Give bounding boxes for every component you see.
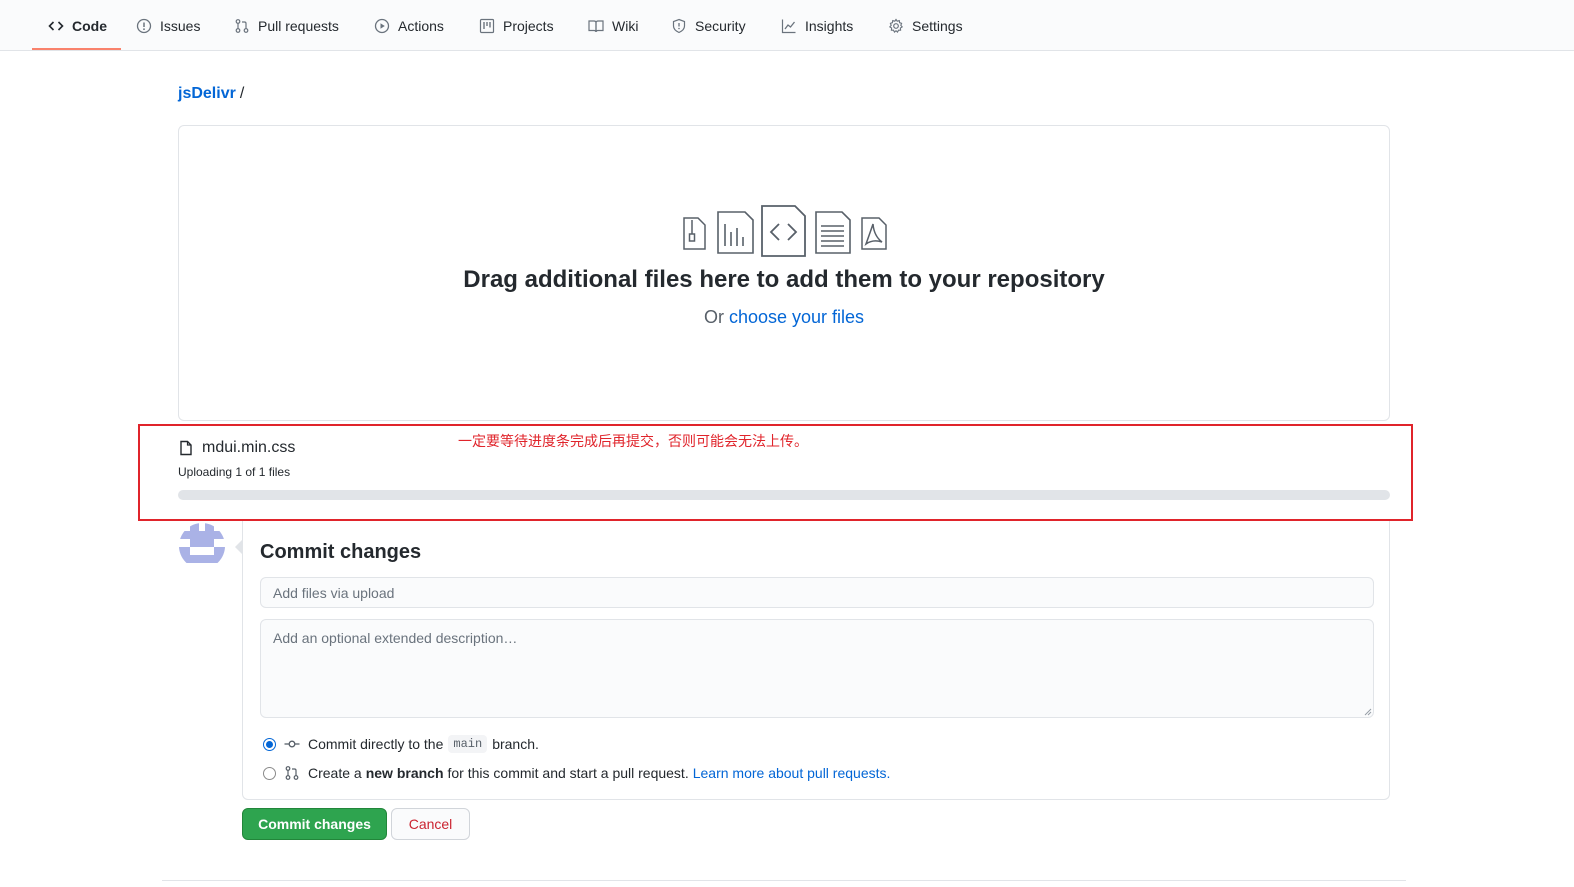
tab-label: Security — [695, 17, 746, 34]
tab-pull-requests[interactable]: Pull requests — [234, 0, 339, 51]
upload-progress-bar — [178, 490, 1390, 500]
commit-direct-option[interactable]: Commit directly to the main branch. — [263, 734, 539, 754]
commit-changes-button[interactable]: Commit changes — [242, 808, 387, 840]
cancel-button[interactable]: Cancel — [391, 808, 470, 840]
tab-label: Projects — [503, 17, 554, 34]
commit-form: Commit changes Commit directly to the ma… — [235, 521, 1390, 800]
branch-name: main — [448, 735, 488, 753]
dropzone-prefix: Or — [703, 307, 724, 327]
tab-label: Code — [72, 17, 107, 34]
book-icon — [588, 18, 604, 34]
identicon-image — [179, 523, 225, 569]
commit-direct-prefix: Commit directly to the — [308, 736, 444, 752]
text-file-icon — [815, 211, 851, 254]
tab-settings[interactable]: Settings — [888, 0, 963, 51]
tab-issues[interactable]: Issues — [136, 0, 200, 51]
git-pull-request-icon — [284, 765, 300, 781]
selected-tab-underline — [32, 48, 121, 50]
play-icon — [374, 18, 390, 34]
new-branch-prefix: Create a — [308, 765, 362, 781]
tab-label: Wiki — [612, 17, 639, 34]
upload-filename: mdui.min.css — [202, 439, 296, 456]
commit-new-branch-radio[interactable] — [263, 766, 276, 780]
file-types-illustration — [683, 205, 887, 257]
tab-insights[interactable]: Insights — [781, 0, 853, 51]
upload-count: Uploading 1 of 1 files — [178, 465, 291, 479]
project-icon — [479, 18, 495, 34]
chart-file-icon — [717, 211, 754, 254]
breadcrumb-separator: / — [239, 85, 245, 102]
commit-summary-input[interactable] — [260, 577, 1374, 608]
dropzone-subtitle: Or choose your files — [179, 307, 1389, 328]
tab-label: Pull requests — [258, 17, 339, 34]
pdf-file-icon — [861, 217, 887, 250]
repo-nav: Code Issues Pull requests Actions Projec… — [0, 0, 1574, 51]
footer-divider — [162, 880, 1406, 881]
git-commit-icon — [284, 736, 300, 752]
avatar[interactable] — [179, 523, 225, 569]
tab-label: Insights — [805, 17, 854, 34]
choose-files-link[interactable]: choose your files — [729, 307, 864, 327]
new-branch-bold: new branch — [365, 765, 444, 781]
code-icon — [48, 18, 64, 34]
tab-label: Issues — [160, 17, 201, 34]
new-branch-suffix: for this commit and start a pull request… — [447, 765, 689, 781]
resize-handle-icon[interactable] — [1364, 708, 1372, 716]
shield-icon — [671, 18, 687, 34]
commit-direct-radio[interactable] — [263, 737, 276, 751]
breadcrumb: jsDelivr / — [178, 85, 244, 103]
zip-file-icon — [683, 217, 706, 250]
learn-more-link[interactable]: Learn more about pull requests. — [693, 765, 891, 781]
annotation-text: 一定要等待进度条完成后再提交，否则可能会无法上传。 — [458, 433, 808, 449]
code-file-icon — [761, 205, 806, 257]
graph-icon — [781, 18, 797, 34]
commit-direct-suffix: branch. — [492, 736, 539, 752]
commit-title: Commit changes — [260, 541, 422, 563]
git-pull-request-icon — [234, 18, 250, 34]
tab-security[interactable]: Security — [671, 0, 746, 51]
tab-label: Actions — [398, 17, 444, 34]
tab-label: Settings — [912, 17, 963, 34]
issue-opened-icon — [136, 18, 152, 34]
tab-code[interactable]: Code — [48, 0, 107, 51]
commit-description-textarea[interactable] — [260, 619, 1374, 718]
tab-actions[interactable]: Actions — [374, 0, 444, 51]
tab-wiki[interactable]: Wiki — [588, 0, 638, 51]
commit-new-branch-option[interactable]: Create a new branch for this commit and … — [263, 763, 890, 783]
file-dropzone[interactable]: Drag additional files here to add them t… — [178, 125, 1390, 421]
repo-link[interactable]: jsDelivr — [178, 85, 236, 102]
file-icon — [178, 440, 194, 456]
dropzone-title: Drag additional files here to add them t… — [463, 266, 1105, 293]
gear-icon — [888, 18, 904, 34]
tab-projects[interactable]: Projects — [479, 0, 554, 51]
